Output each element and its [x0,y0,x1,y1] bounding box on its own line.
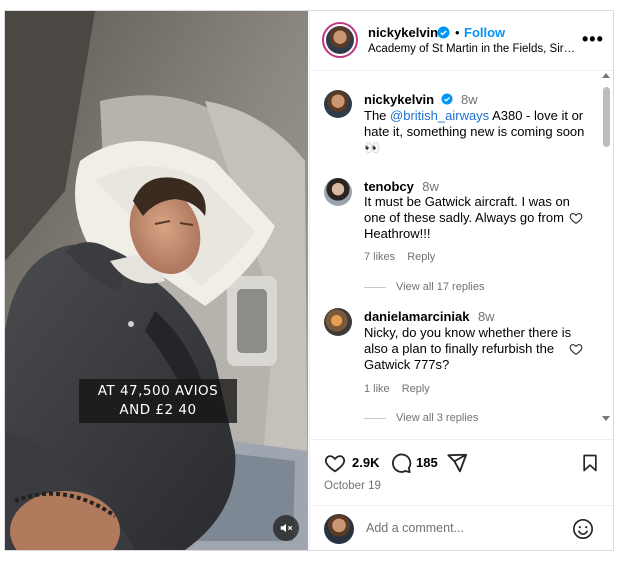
replies-divider-line [364,286,386,288]
comment-bubble-icon[interactable] [390,452,412,474]
speaker-muted-icon [280,523,293,533]
follow-button[interactable]: Follow [464,25,505,40]
scroll-up-arrow[interactable] [602,73,610,78]
reply-button[interactable]: Reply [402,383,430,395]
post-modal: AT 47,500 AVIOS AND £2 40 nickykelvin • … [4,10,614,551]
heart-icon[interactable] [324,452,346,474]
commenter-avatar[interactable] [324,178,352,206]
paper-plane-icon[interactable] [446,452,468,474]
add-comment-input[interactable] [366,518,556,538]
comment-meta: 1 like Reply [364,383,442,395]
caption-text-start: The [364,108,391,123]
comment-meta: 7 likes Reply [364,251,447,263]
more-options-icon[interactable]: ••• [582,29,604,50]
verified-badge-icon [441,93,453,105]
author-username[interactable]: nickykelvin [368,25,438,40]
commenter-username[interactable]: danielamarciniak [364,309,470,324]
commenter-username[interactable]: tenobcy [364,179,414,194]
video-caption-overlay: AT 47,500 AVIOS AND £2 40 [79,379,237,423]
post-location[interactable]: Academy of St Martin in the Fields, Sir … [368,43,578,55]
comment-timestamp[interactable]: 8w [422,179,439,194]
commenter-avatar[interactable] [324,308,352,336]
post-details-panel: nickykelvin • Follow Academy of St Marti… [309,11,613,550]
current-user-avatar [324,514,354,544]
view-replies-button[interactable]: View all 3 replies [364,412,478,424]
mention-link[interactable]: @british_airways [390,108,489,123]
post-video[interactable]: AT 47,500 AVIOS AND £2 40 [5,11,308,550]
reply-button[interactable]: Reply [407,251,435,263]
separator-dot: • [455,25,460,40]
comment-timestamp[interactable]: 8w [478,309,495,324]
replies-divider-line [364,417,386,419]
view-replies-button[interactable]: View all 17 replies [364,281,484,293]
view-replies-label: View all 17 replies [396,281,485,293]
post-header: nickykelvin • Follow Academy of St Marti… [310,11,613,71]
comment-composer [310,505,613,550]
comment-text: Nicky, do you know whether there is also… [364,325,572,372]
comment-likes[interactable]: 7 likes [364,251,395,263]
mute-toggle-button[interactable] [273,515,299,541]
comments-list[interactable]: nickykelvin 8w The @british_airways A380… [310,72,613,436]
caption-author-avatar[interactable] [324,90,352,118]
comment-likes[interactable]: 1 like [364,383,390,395]
view-replies-label: View all 3 replies [396,412,479,424]
scrollbar-thumb[interactable] [603,87,610,147]
comment-like-heart-icon[interactable] [569,211,583,225]
comment-text: It must be Gatwick aircraft. I was on on… [364,194,570,241]
caption-text: The @british_airways A380 - love it or h… [364,108,594,156]
like-count[interactable]: 2.9K [352,455,379,470]
post-actions: 2.9K 185 October 19 [310,439,613,509]
comment-like-heart-icon[interactable] [569,342,583,356]
bookmark-icon[interactable] [580,452,600,474]
caption-timestamp[interactable]: 8w [461,92,478,107]
verified-badge-icon [437,26,450,39]
video-frame-image [5,11,308,550]
scroll-down-arrow[interactable] [602,416,610,421]
author-avatar[interactable] [322,22,358,58]
comment-count[interactable]: 185 [416,455,438,470]
smiley-icon[interactable] [572,518,594,540]
caption-author-username[interactable]: nickykelvin [364,92,434,107]
post-date[interactable]: October 19 [324,480,381,492]
